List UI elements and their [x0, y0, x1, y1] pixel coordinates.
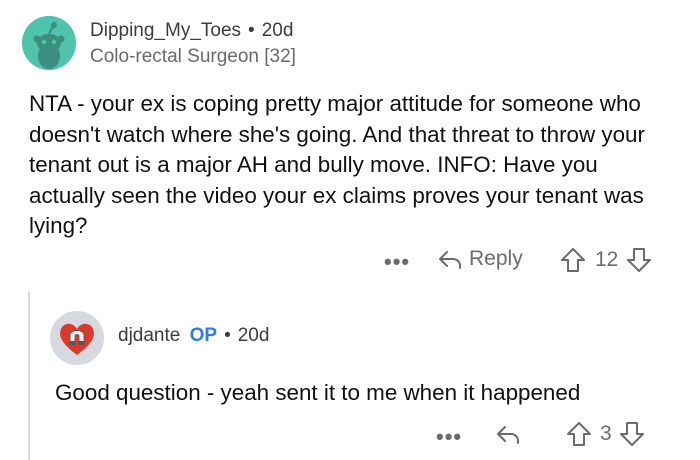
vote-score: 12 — [595, 248, 619, 271]
comment-body: Good question - yeah sent it to me when … — [55, 380, 581, 405]
upvote-arrow-icon[interactable] — [560, 247, 586, 273]
username[interactable]: Dipping_My_Toes — [90, 20, 241, 41]
heart-magnet-icon — [50, 311, 104, 365]
reply-arrow-icon — [497, 426, 519, 444]
avatar[interactable] — [50, 311, 104, 365]
vote-score: 3 — [600, 422, 612, 445]
separator-dot: • — [224, 325, 231, 346]
more-options-button[interactable]: ••• — [384, 249, 410, 275]
username[interactable]: djdante — [118, 325, 180, 346]
reply-button[interactable] — [495, 421, 521, 447]
comment-body: NTA - your ex is coping pretty major att… — [29, 91, 645, 238]
vote-controls: 12 — [560, 247, 652, 273]
more-options-button[interactable]: ••• — [436, 424, 462, 450]
downvote-arrow-icon[interactable] — [626, 247, 652, 273]
reply-arrow-icon — [439, 251, 461, 269]
reddit-snoo-icon — [22, 16, 76, 70]
comment-header: djdante OP • 20d — [118, 325, 269, 347]
reply-label: Reply — [469, 247, 523, 270]
separator-dot: • — [248, 20, 255, 41]
op-badge: OP — [189, 325, 218, 346]
comment-age: 20d — [237, 325, 270, 346]
user-flair: Colo-rectal Surgeon [32] — [90, 46, 296, 67]
vote-controls: 3 — [566, 421, 645, 447]
thread-line[interactable] — [28, 292, 30, 460]
comment-header: Dipping_My_Toes • 20d — [90, 20, 293, 42]
downvote-arrow-icon[interactable] — [619, 421, 645, 447]
reply-button[interactable]: Reply — [437, 246, 523, 272]
avatar[interactable] — [22, 16, 76, 70]
upvote-arrow-icon[interactable] — [566, 421, 592, 447]
comment-age: 20d — [261, 20, 294, 41]
